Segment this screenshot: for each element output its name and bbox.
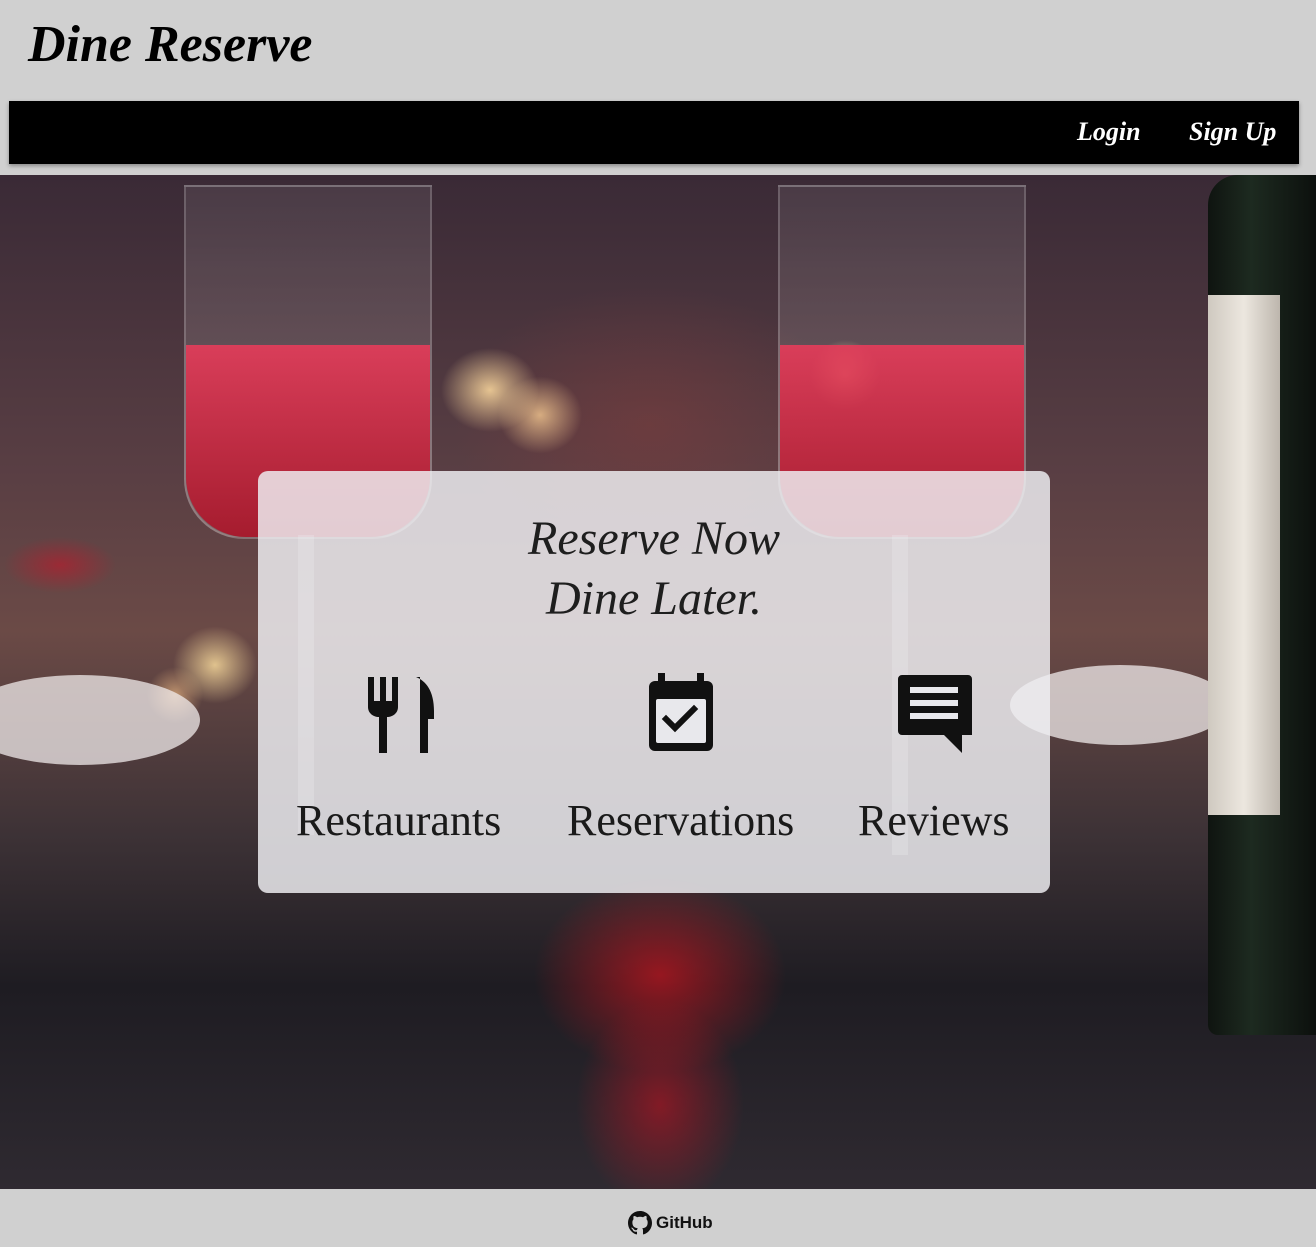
review-comment-icon [898,675,972,753]
github-link[interactable]: GitHub [628,1211,713,1235]
tagline: Reserve Now Dine Later. [258,509,1050,629]
wine-bottle-label [1208,295,1280,815]
page: Dine Reserve Login Sign Up Reserve Now D… [0,0,1316,1247]
fork-knife-icon [368,677,434,753]
feature-label-restaurants: Restaurants [296,796,502,845]
navbar: Login Sign Up [9,101,1299,164]
plate-left [0,675,200,765]
site-header: Dine Reserve [0,0,1316,100]
github-label: GitHub [656,1213,713,1232]
login-link[interactable]: Login [1077,117,1141,147]
feature-label-reviews: Reviews [858,796,1010,845]
tagline-line-1: Reserve Now [528,512,780,565]
tagline-line-2: Dine Later. [546,572,762,625]
github-icon [628,1211,652,1235]
brand-title[interactable]: Dine Reserve [28,14,312,76]
signup-link[interactable]: Sign Up [1189,117,1276,147]
feature-label-reservations: Reservations [567,796,795,845]
site-footer: GitHub [0,1189,1316,1247]
hero-card: Reserve Now Dine Later. Restaurants Rese… [258,471,1050,893]
calendar-check-icon [649,673,713,751]
